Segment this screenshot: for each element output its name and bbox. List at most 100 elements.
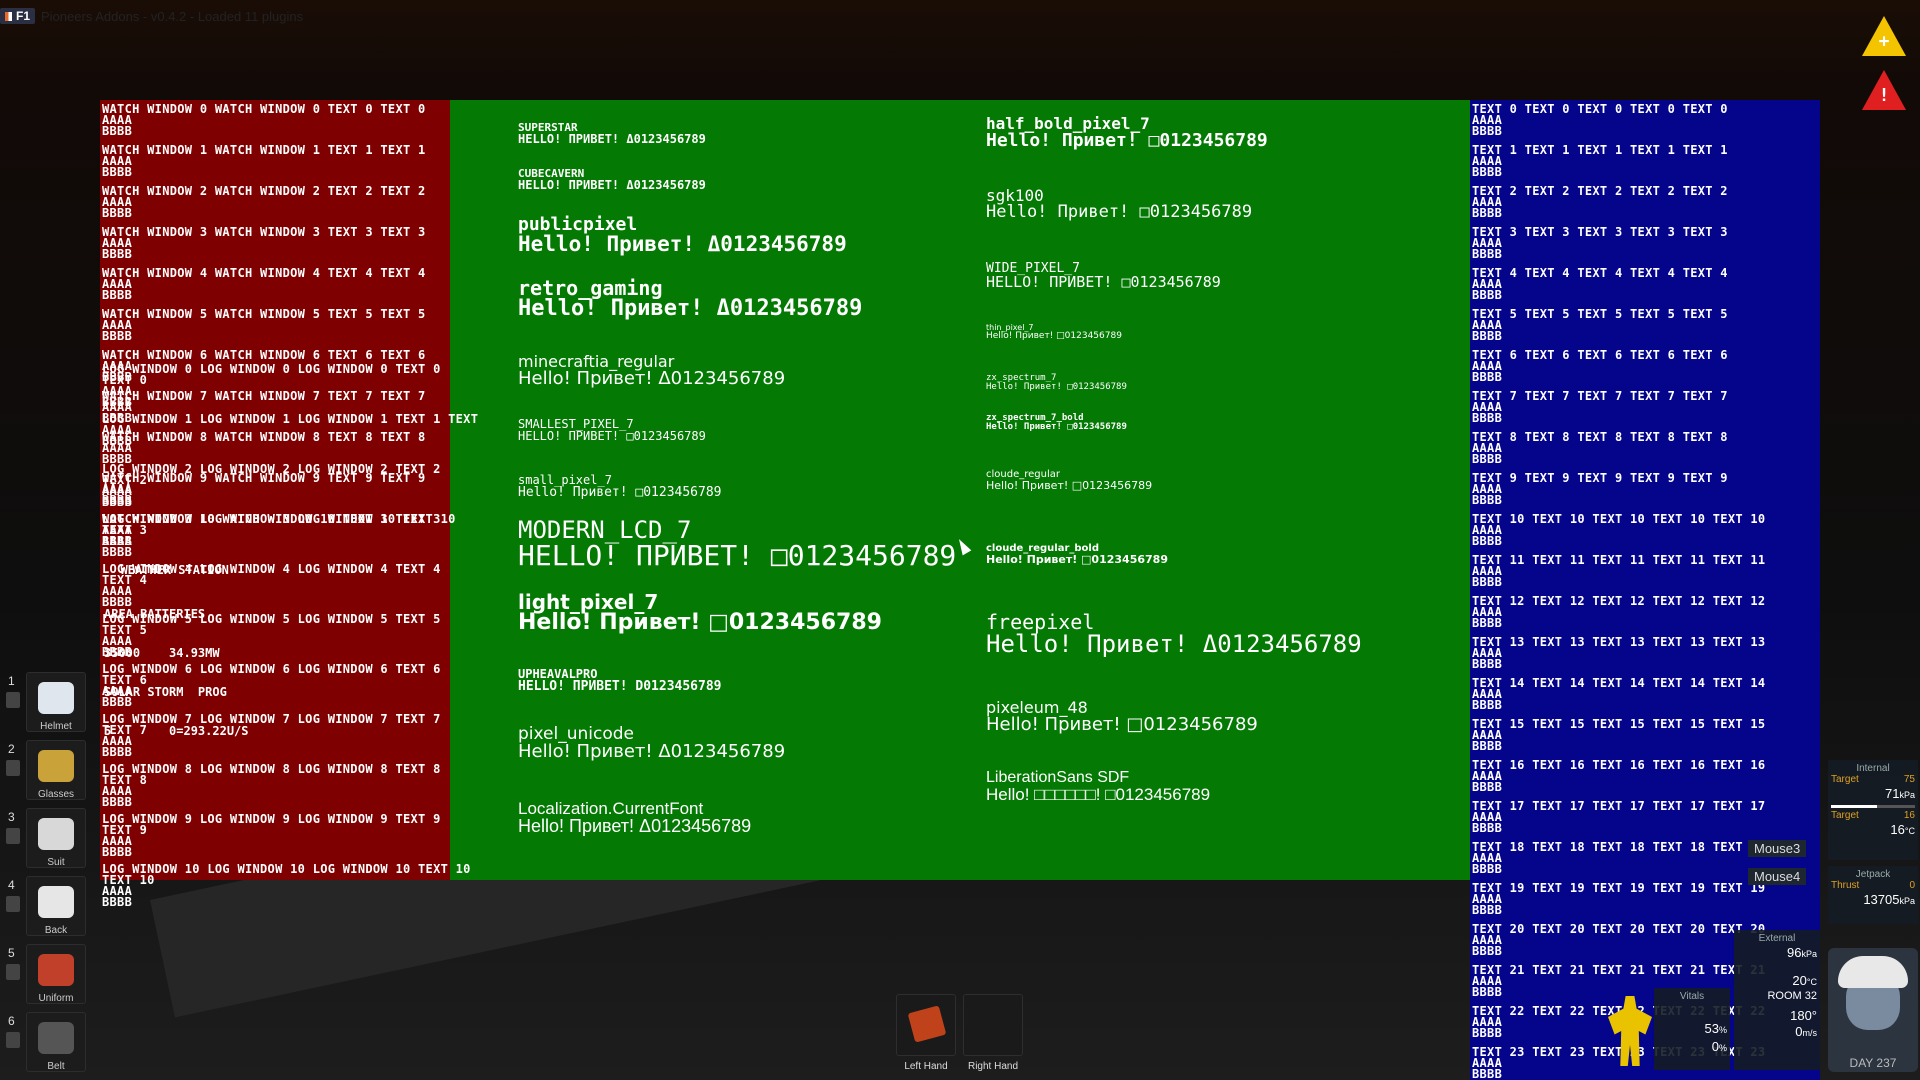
font-sample: LiberationSans SDF Hello! □□□□□□! □012345… (986, 769, 1210, 804)
filler-b: BBBB (1472, 206, 1503, 220)
filler-b: BBBB (102, 165, 133, 179)
slot-label: Helmet (40, 721, 72, 732)
hotbar-slot-back[interactable]: 4 Back (0, 876, 90, 938)
filler-b: BBBB (1472, 452, 1503, 466)
font-demo-text: Hello! Привет! □0123456789 (986, 202, 1253, 222)
flag-icon (5, 11, 12, 21)
font-sample: retro_gaming Hello! Привет! Δ0123456789 (518, 278, 862, 320)
font-sample: minecraftia_regular Hello! Привет! Δ01234… (518, 354, 785, 388)
filler-b: BBBB (102, 895, 133, 909)
font-demo-text: Hello! Привет! Δ0123456789 (518, 232, 847, 256)
filler-a: AAAA (102, 834, 133, 848)
slot-number: 5 (8, 946, 15, 960)
line-text: TEXT 14 TEXT 14 TEXT 14 TEXT 14 TEXT 14 (1472, 676, 1766, 690)
hotbar-slot-glasses[interactable]: 2 Glasses (0, 740, 90, 802)
slot-menu-icon[interactable] (6, 692, 20, 708)
font-sample: WIDE_PIXEL_7 HELLO! ПРИВЕТ! □0123456789 (986, 262, 1221, 290)
jetpack-panel: Jetpack Thrust 0 13705kPa (1828, 866, 1918, 924)
f1-button[interactable]: F1 (0, 8, 36, 24)
storm-line: SOLAR STORM PROG (104, 685, 227, 699)
slot-menu-icon[interactable] (6, 1032, 20, 1048)
weather-station: WEATHER STATION (106, 552, 229, 577)
font-name: freepixel (986, 610, 1095, 634)
mouse3-button[interactable]: Mouse3 (1748, 840, 1807, 857)
log-line: LOG WINDOW 0 LOG WINDOW 0 LOG WINDOW 0 T… (102, 363, 447, 408)
filler-a: AAAA (1472, 113, 1503, 127)
slot-label: Uniform (38, 993, 74, 1004)
filler-b: BBBB (1472, 1067, 1503, 1080)
filler-a: AAAA (1472, 236, 1503, 250)
filler-a: AAAA (102, 236, 133, 250)
filler-a: AAAA (1472, 646, 1503, 660)
filler-b: BBBB (1472, 903, 1503, 917)
filler-b: BBBB (102, 124, 133, 138)
font-sample: thin_pixel_7 Hello! Привет! □0123456789 (986, 324, 1122, 341)
font-name: LiberationSans SDF (986, 769, 1130, 786)
line-text: TEXT 9 TEXT 9 TEXT 9 TEXT 9 TEXT 9 (1472, 471, 1728, 485)
mouse4-button[interactable]: Mouse4 (1748, 868, 1807, 885)
font-demo-text: Hello! Привет! □0123456789 (986, 382, 1127, 392)
line-text: TEXT 3 TEXT 3 TEXT 3 TEXT 3 TEXT 3 (1472, 225, 1728, 239)
line-text: TEXT 12 TEXT 12 TEXT 12 TEXT 12 TEXT 12 (1472, 594, 1766, 608)
font-sample: cloude_regular_bold Hello! Привет! □01234… (986, 544, 1168, 566)
slot-menu-icon[interactable] (6, 828, 20, 844)
slot-menu-icon[interactable] (6, 896, 20, 912)
font-sample: half_bold_pixel_7 Hello! Привет! □0123456… (986, 116, 1268, 150)
font-sample: light_pixel_7 Hello! Привет! □0123456789 (518, 592, 882, 634)
filler-a: AAAA (1472, 195, 1503, 209)
font-sample: sgk100 Hello! Привет! □0123456789 (986, 188, 1252, 221)
filler-b: BBBB (1472, 247, 1503, 261)
text-line: TEXT 7 TEXT 7 TEXT 7 TEXT 7 TEXT 7 AAAA BB… (1472, 390, 1817, 424)
slot-menu-icon[interactable] (6, 964, 20, 980)
filler-b: BBBB (102, 795, 133, 809)
font-demo-text: HELLO! ПРИВЕТ! Δ0123456789 (518, 178, 706, 192)
slot-label: Back (44, 925, 68, 936)
filler-a: AAAA (1472, 728, 1503, 742)
font-demo-text: Hello! Привет! □0123456789 (518, 610, 882, 635)
filler-b: BBBB (1472, 493, 1503, 507)
text-line: TEXT 10 TEXT 10 TEXT 10 TEXT 10 TEXT 10 A… (1472, 513, 1817, 547)
watch-line: WATCH WINDOW 2 WATCH WINDOW 2 TEXT 2 TEX… (102, 185, 447, 219)
filler-a: AAAA (102, 318, 133, 332)
weather-title: WEATHER STATION (120, 563, 229, 577)
filler-a: AAAA (102, 534, 133, 548)
line-text: TEXT 4 TEXT 4 TEXT 4 TEXT 4 TEXT 4 (1472, 266, 1728, 280)
right-hand-slot[interactable]: Right Hand (963, 994, 1023, 1072)
room-label: ROOM 32 (1767, 990, 1817, 1002)
text-line: TEXT 14 TEXT 14 TEXT 14 TEXT 14 TEXT 14 A… (1472, 676, 1817, 711)
helmet-icon (38, 682, 74, 714)
slot-number: 2 (8, 742, 15, 756)
watch-line: WATCH WINDOW 3 WATCH WINDOW 3 TEXT 3 TEX… (102, 226, 447, 260)
slot-menu-icon[interactable] (6, 760, 20, 776)
log-line: LOG WINDOW 1 LOG WINDOW 1 LOG WINDOW 1 T… (102, 412, 479, 447)
font-sample: zx_spectrum_7_bold Hello! Привет! □012345… (986, 414, 1127, 432)
text-line: TEXT 4 TEXT 4 TEXT 4 TEXT 4 TEXT 4 AAAA BB… (1472, 266, 1817, 301)
addon-title: Pioneers Addons - v0.4.2 - Loaded 11 plu… (41, 8, 304, 24)
line-text: LOG WINDOW 1 LOG WINDOW 1 LOG WINDOW 1 T… (102, 412, 479, 426)
font-sample: small_pixel_7 Hello! Привет! □0123456789 (518, 474, 722, 499)
left-hand-slot[interactable]: Left Hand (896, 994, 956, 1072)
hotbar-slot-helmet[interactable]: 1 Helmet (0, 672, 90, 734)
hotbar-slot-belt[interactable]: 6 Belt (0, 1012, 90, 1074)
filler-b: BBBB (1472, 739, 1503, 753)
font-demo-text: Hello! Привет! Δ0123456789 (518, 741, 786, 762)
tablet-icon (907, 1005, 947, 1043)
glasses-icon (38, 750, 74, 782)
hotbar-slot-suit[interactable]: 3 Suit (0, 808, 90, 870)
font-name: retro_gaming (518, 276, 663, 300)
log-line: LOG WINDOW 8 LOG WINDOW 8 LOG WINDOW 8 T… (102, 763, 447, 809)
font-sample: zx_spectrum_7 Hello! Привет! □0123456789 (986, 374, 1127, 392)
line-text: TEXT 5 TEXT 5 TEXT 5 TEXT 5 TEXT 5 (1472, 307, 1728, 321)
text-line: TEXT 15 TEXT 15 TEXT 15 TEXT 15 TEXT 15 A… (1472, 718, 1817, 753)
filler-b: BBBB (1472, 575, 1503, 589)
filler-a: AAAA (1472, 482, 1503, 496)
filler-a: AAAA (102, 423, 133, 437)
batteries-title: AREA BATTERIES (104, 607, 206, 621)
slot-number: 3 (8, 810, 15, 824)
text-line: TEXT 6 TEXT 6 TEXT 6 TEXT 6 TEXT 6 AAAA BB… (1472, 349, 1817, 383)
font-demo-text: Hello! Привет! □0123456789 (986, 479, 1153, 492)
hotbar-slot-uniform[interactable]: 5 Uniform (0, 944, 90, 1006)
player-avatar[interactable]: DAY 237 (1828, 948, 1918, 1072)
filler-b: BBBB (1472, 780, 1503, 794)
font-sample: freepixel Hello! Привет! Δ0123456789 (986, 612, 1362, 656)
